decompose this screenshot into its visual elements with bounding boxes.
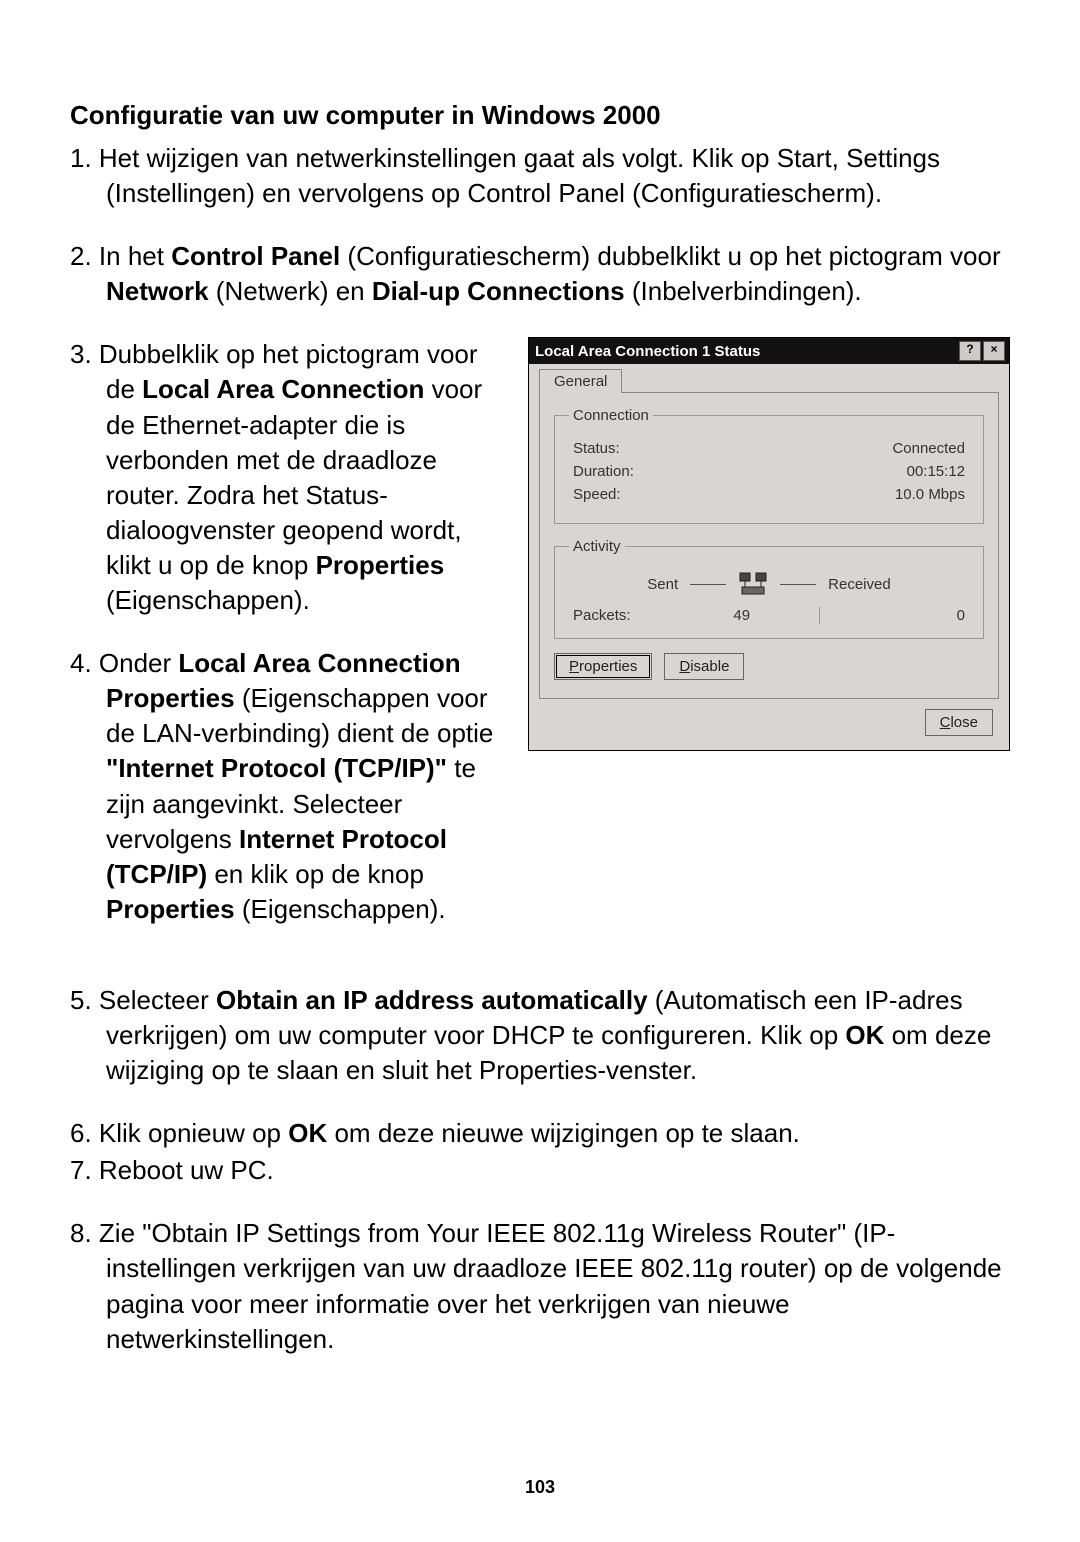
dialog-action-buttons: Properties Disable [554,653,984,680]
activity-group: Activity Sent [554,538,984,639]
text: (Eigenschappen). [235,894,446,924]
bold-text: Dial-up Connections [372,276,625,306]
text: 5. Selecteer [70,985,216,1015]
dialog-panel: Connection Status: Connected Duration: 0… [539,392,999,699]
step-6: 6. Klik opnieuw op OK om deze nieuwe wij… [70,1116,1010,1151]
text: en klik op de knop [207,859,424,889]
status-value: Connected [892,440,965,457]
packets-sent: 49 [673,607,820,624]
text: 4. Onder [70,648,178,678]
bold-text: Local Area Connection [142,374,424,404]
row-steps-dialog: 3. Dubbelklik op het pictogram voor de L… [70,337,1010,955]
packets-row: Packets: 49 0 [573,607,965,624]
activity-line-left [690,584,726,585]
tab-general[interactable]: General [539,369,622,393]
left-steps: 3. Dubbelklik op het pictogram voor de L… [70,337,510,955]
bold-text: Obtain an IP address automatically [216,985,648,1015]
dialog-titlebar[interactable]: Local Area Connection 1 Status ? × [529,338,1009,364]
speed-value: 10.0 Mbps [895,486,965,503]
status-row: Status: Connected [573,440,965,457]
step-5: 5. Selecteer Obtain an IP address automa… [70,983,1010,1088]
disable-button[interactable]: Disable [664,653,744,680]
duration-label: Duration: [573,463,634,480]
activity-header: Sent [569,571,969,597]
activity-line-right [780,584,816,585]
dialog-title: Local Area Connection 1 Status [535,343,760,360]
properties-button[interactable]: Properties [554,653,652,680]
close-button[interactable]: Close [925,709,993,736]
step-7: 7. Reboot uw PC. [70,1153,1010,1188]
close-button-rest: lose [950,714,978,731]
bold-text: OK [845,1020,884,1050]
packets-label: Packets: [573,607,673,624]
packets-received: 0 [820,607,966,624]
text: (Inbelverbindingen). [625,276,862,306]
steps-list-bottom: 5. Selecteer Obtain an IP address automa… [70,983,1010,1357]
text: 6. Klik opnieuw op [70,1118,288,1148]
step-1: 1. Het wijzigen van netwerkinstellingen … [70,141,1010,211]
steps-list-mid: 3. Dubbelklik op het pictogram voor de L… [70,337,510,927]
close-icon[interactable]: × [983,341,1005,361]
status-label: Status: [573,440,620,457]
step-2: 2. In het Control Panel (Configuratiesch… [70,239,1010,309]
connection-legend: Connection [569,407,653,424]
bold-text: OK [288,1118,327,1148]
step-4: 4. Onder Local Area Connection Propertie… [70,646,510,927]
received-label: Received [828,576,891,593]
status-dialog: Local Area Connection 1 Status ? × Gener… [528,337,1010,751]
properties-button-rest: roperties [579,658,637,675]
document-page: Configuratie van uw computer in Windows … [0,0,1080,1542]
page-heading: Configuratie van uw computer in Windows … [70,100,1010,131]
dialog-body: General Connection Status: Connected Dur… [529,364,1009,750]
step-3: 3. Dubbelklik op het pictogram voor de L… [70,337,510,618]
bold-text: Network [106,276,209,306]
bold-text: "Internet Protocol (TCP/IP)" [106,753,447,783]
bold-text: Control Panel [171,241,340,271]
bold-text: Properties [106,894,235,924]
text: om deze nieuwe wijzigingen op te slaan. [327,1118,800,1148]
speed-row: Speed: 10.0 Mbps [573,486,965,503]
text: (Eigenschappen). [106,585,310,615]
duration-row: Duration: 00:15:12 [573,463,965,480]
connection-group: Connection Status: Connected Duration: 0… [554,407,984,524]
speed-label: Speed: [573,486,621,503]
text: (Netwerk) en [209,276,372,306]
page-number: 103 [0,1477,1080,1498]
text: 2. In het [70,241,171,271]
dialog-close-row: Close [539,699,999,740]
bold-text: Properties [316,550,445,580]
disable-button-rest: isable [690,658,729,675]
network-activity-icon [738,571,768,597]
activity-legend: Activity [569,538,625,555]
steps-list: 1. Het wijzigen van netwerkinstellingen … [70,141,1010,309]
sent-label: Sent [647,576,678,593]
text: (Configuratiescherm) dubbelklikt u op he… [340,241,1000,271]
step-8: 8. Zie "Obtain IP Settings from Your IEE… [70,1216,1010,1356]
help-icon[interactable]: ? [959,341,981,361]
titlebar-buttons: ? × [959,341,1005,361]
duration-value: 00:15:12 [907,463,965,480]
